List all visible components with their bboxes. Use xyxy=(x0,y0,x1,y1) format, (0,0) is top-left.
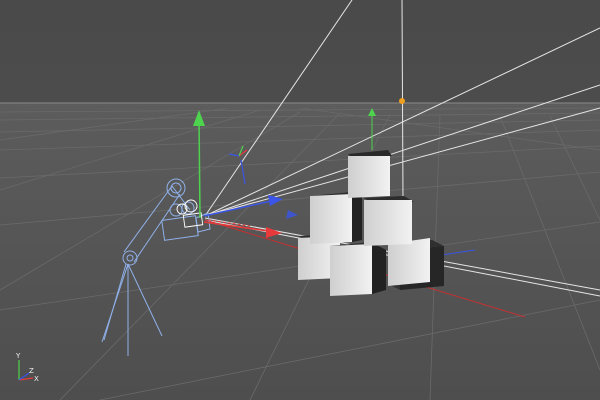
cube-1[interactable] xyxy=(348,150,392,198)
viewport-canvas[interactable]: Y X Z xyxy=(0,0,600,400)
world-x-label: X xyxy=(34,375,39,383)
cube-3[interactable] xyxy=(364,196,414,246)
cube-6[interactable] xyxy=(388,238,444,290)
cube-2[interactable] xyxy=(310,192,362,244)
target-handle[interactable] xyxy=(399,98,405,104)
world-y-label: Y xyxy=(15,352,21,360)
3d-viewport[interactable]: Y X Z xyxy=(0,0,600,400)
cube-5[interactable] xyxy=(330,242,386,296)
world-z-label: Z xyxy=(29,367,34,375)
